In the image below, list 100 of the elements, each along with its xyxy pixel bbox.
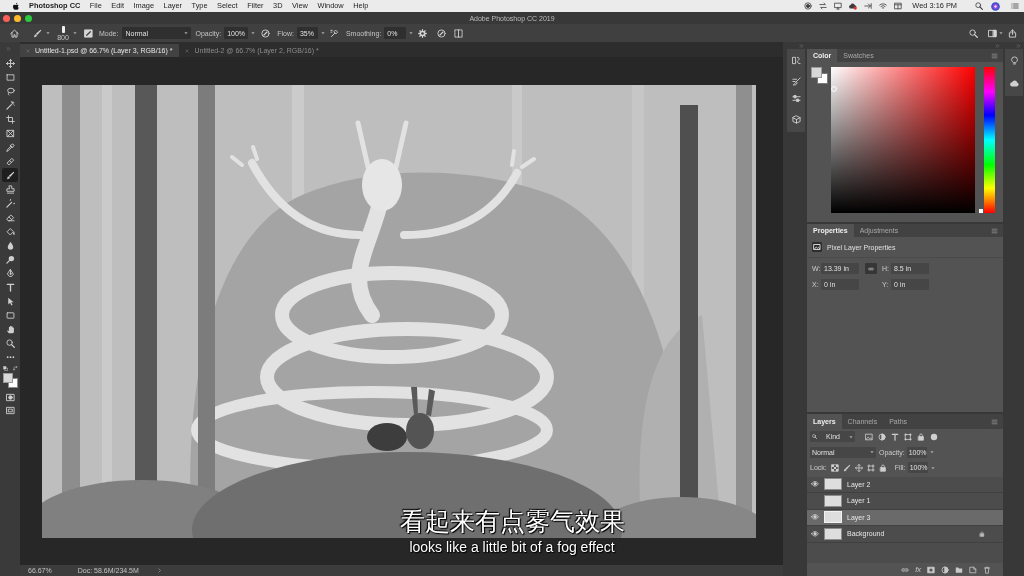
- lollipop-icon: [5, 254, 15, 264]
- link-icon[interactable]: [901, 565, 910, 574]
- brush-tip-icon: [61, 25, 65, 33]
- cube-icon[interactable]: [791, 115, 801, 124]
- hue-slider[interactable]: [979, 67, 995, 213]
- artboard-icon[interactable]: [866, 463, 875, 472]
- history-brush-icon: [5, 198, 15, 208]
- chain-icon: [867, 265, 875, 272]
- subtitle-text: 看起来有点雾气效果: [399, 507, 625, 535]
- rectangle-icon: [5, 310, 15, 320]
- caret-icon[interactable]: [999, 31, 1003, 35]
- layer-thumbnail: [824, 527, 842, 540]
- layer-thumbnail: [824, 511, 842, 524]
- picker-ring-icon: [831, 86, 837, 92]
- tool-button[interactable]: [2, 168, 18, 182]
- folder-icon[interactable]: [955, 565, 963, 574]
- layer-thumbnail: [824, 478, 842, 491]
- caret-icon[interactable]: [930, 465, 935, 470]
- crop-icon: [5, 114, 15, 124]
- apple-icon[interactable]: [12, 1, 20, 11]
- arrows-icon[interactable]: [819, 2, 828, 10]
- zoom-icon: [5, 338, 15, 348]
- image-icon: [812, 242, 822, 252]
- quick-mask-icon[interactable]: [5, 393, 15, 402]
- caret-icon[interactable]: [929, 450, 934, 455]
- dashed-square-icon[interactable]: [454, 28, 464, 38]
- eraser-icon: [5, 212, 15, 222]
- lock-icon[interactable]: [878, 463, 887, 472]
- move-icon: [5, 58, 15, 68]
- layer-thumbnail: [824, 494, 842, 507]
- half-circle-icon[interactable]: [878, 432, 886, 441]
- transform-icon[interactable]: [904, 432, 912, 441]
- caret-icon[interactable]: [46, 31, 50, 35]
- lock-icon[interactable]: [917, 432, 925, 441]
- frame-icon: [5, 128, 15, 138]
- type-icon[interactable]: [891, 432, 899, 441]
- pen-icon: [5, 268, 15, 278]
- image-icon[interactable]: [865, 432, 873, 441]
- screen-mode-icon[interactable]: [5, 406, 15, 415]
- search-icon[interactable]: [969, 28, 978, 38]
- caret-icon[interactable]: [73, 31, 77, 35]
- type-icon: [5, 282, 15, 292]
- stroke-icon[interactable]: [791, 56, 801, 65]
- trash-icon[interactable]: [983, 565, 991, 574]
- window-layout-icon[interactable]: [988, 28, 997, 38]
- circle-toggle-icon[interactable]: [930, 432, 938, 441]
- new-layer-icon[interactable]: [969, 565, 977, 574]
- monitor-icon[interactable]: [834, 2, 843, 10]
- link-button[interactable]: [865, 263, 877, 274]
- bucket-icon: [5, 226, 15, 236]
- color-swatches-icon[interactable]: [811, 67, 828, 84]
- close-button[interactable]: [3, 14, 10, 22]
- search-icon: [812, 434, 817, 440]
- brush-icon[interactable]: [842, 463, 851, 472]
- spray-icon[interactable]: [329, 28, 339, 38]
- subtitle-text: looks like a little bit of a fog effect: [409, 539, 615, 555]
- eye-icon[interactable]: [811, 481, 819, 488]
- color-swatches-icon[interactable]: [2, 373, 18, 388]
- lightbulb-icon[interactable]: [1009, 56, 1019, 65]
- search-icon[interactable]: [975, 2, 983, 10]
- lock-icon[interactable]: [979, 530, 985, 537]
- lasso-icon: [5, 86, 15, 96]
- bandage-icon: [5, 156, 15, 166]
- sliders-icon[interactable]: [791, 94, 801, 103]
- brush-settings-icon[interactable]: [791, 77, 801, 86]
- arrow-right-icon[interactable]: [864, 2, 873, 10]
- chevron-icon[interactable]: [156, 568, 162, 573]
- record-icon[interactable]: [804, 2, 813, 10]
- arrow-cursor-icon: [5, 296, 15, 306]
- hue-slider-thumb[interactable]: [979, 209, 983, 213]
- minimize-button[interactable]: [14, 14, 21, 22]
- dashed-rectangle-icon: [5, 72, 15, 82]
- color-field[interactable]: [831, 67, 975, 213]
- circle-slash-icon[interactable]: [437, 28, 447, 38]
- wand-icon: [5, 100, 15, 110]
- checkerboard-icon[interactable]: [830, 463, 839, 472]
- orb-icon[interactable]: [991, 1, 1000, 11]
- move-icon[interactable]: [854, 463, 863, 472]
- default-colors-icon[interactable]: [2, 365, 8, 371]
- wifi-icon[interactable]: [879, 2, 888, 10]
- cloud-icon[interactable]: [1009, 79, 1019, 88]
- eye-icon[interactable]: [811, 530, 819, 537]
- drop-icon: [5, 240, 15, 250]
- eye-icon[interactable]: [811, 514, 819, 521]
- mask-icon[interactable]: [927, 565, 935, 574]
- settings-icon[interactable]: [418, 28, 428, 38]
- home-icon[interactable]: [10, 28, 19, 38]
- half-circle-icon[interactable]: [941, 565, 949, 574]
- cloud-icon[interactable]: [849, 2, 858, 10]
- window-icon[interactable]: [894, 2, 903, 10]
- circle-slash-icon[interactable]: [261, 28, 271, 38]
- brush-icon[interactable]: [33, 28, 42, 38]
- eyedropper-icon: [5, 142, 15, 152]
- swap-arrow-icon[interactable]: [12, 365, 18, 371]
- slashed-square-icon[interactable]: [84, 28, 93, 38]
- brush-icon: [5, 170, 15, 180]
- close-icon: [185, 48, 190, 53]
- share-icon[interactable]: [1008, 28, 1017, 38]
- stamp-icon: [5, 184, 15, 194]
- zoom-button[interactable]: [25, 14, 32, 22]
